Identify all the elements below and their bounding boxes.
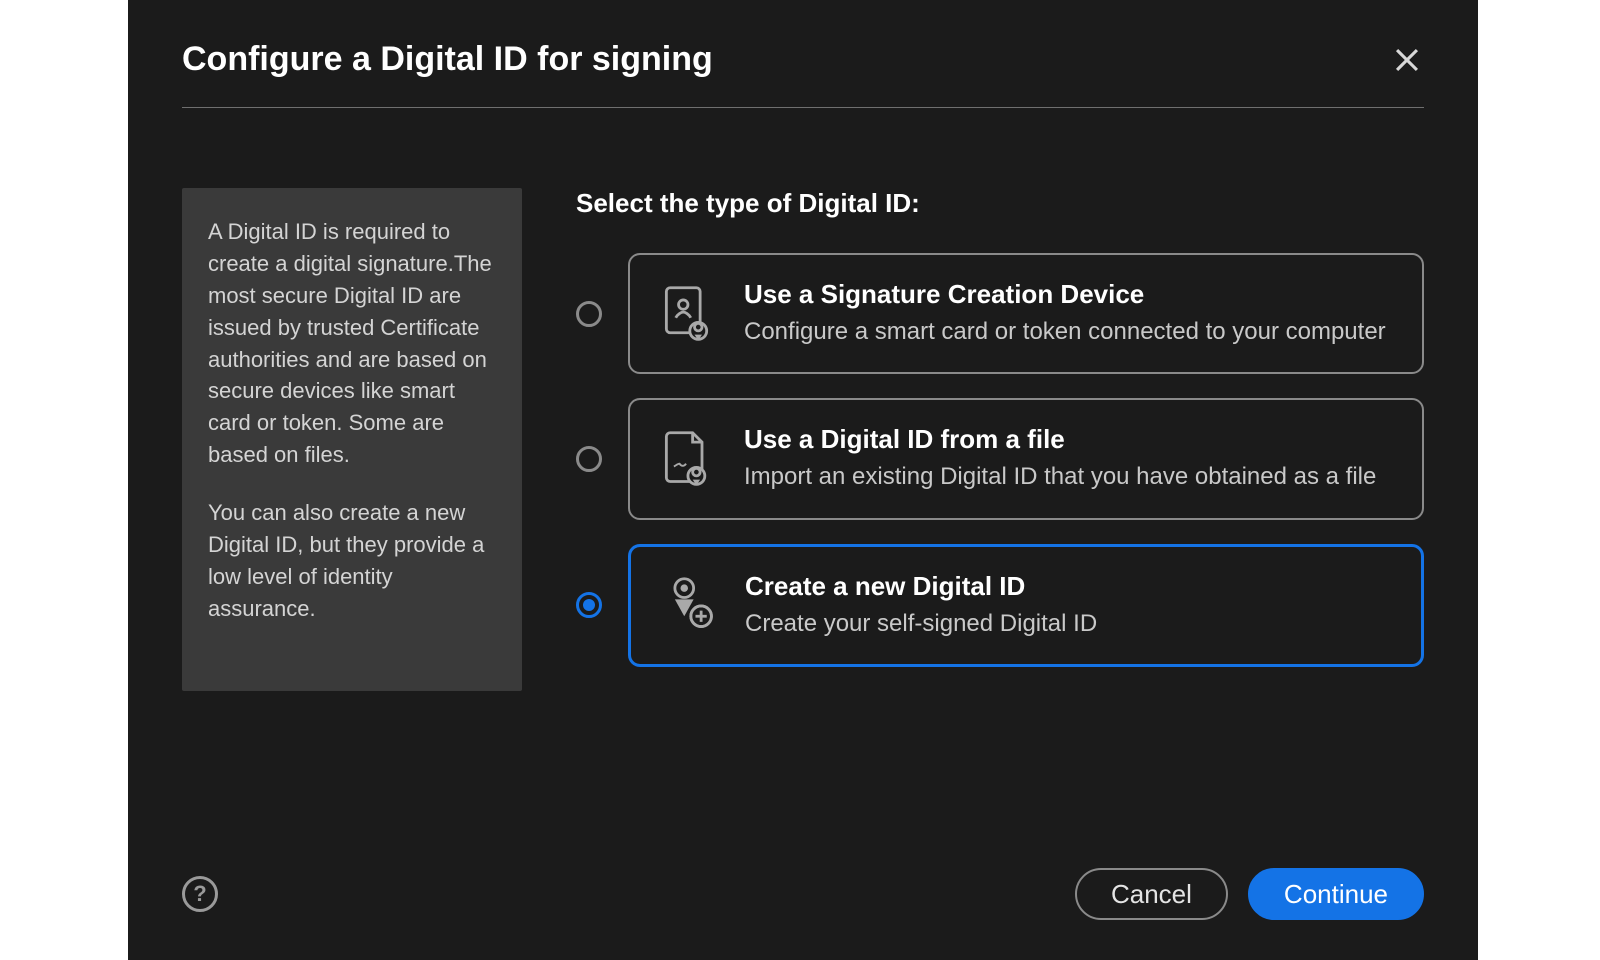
continue-button[interactable]: Continue xyxy=(1248,868,1424,920)
info-paragraph: You can also create a new Digital ID, bu… xyxy=(208,497,496,625)
cancel-label: Cancel xyxy=(1111,879,1192,910)
configure-digital-id-dialog: Configure a Digital ID for signing A Dig… xyxy=(128,0,1478,960)
info-paragraph: A Digital ID is required to create a dig… xyxy=(208,216,496,471)
option-row-signature-device: Use a Signature Creation Device Configur… xyxy=(576,253,1424,374)
main-area: Select the type of Digital ID: xyxy=(576,188,1424,691)
dialog-title: Configure a Digital ID for signing xyxy=(182,40,713,79)
help-icon[interactable]: ? xyxy=(182,876,218,912)
dialog-header: Configure a Digital ID for signing xyxy=(182,40,1424,108)
radio-create-new[interactable] xyxy=(576,592,602,618)
option-text: Use a Signature Creation Device Configur… xyxy=(744,279,1386,348)
option-desc: Create your self-signed Digital ID xyxy=(745,608,1097,640)
continue-label: Continue xyxy=(1284,879,1388,910)
help-label: ? xyxy=(193,881,206,907)
option-row-create-new: Create a new Digital ID Create your self… xyxy=(576,544,1424,667)
dialog-body: A Digital ID is required to create a dig… xyxy=(182,188,1424,691)
close-icon[interactable] xyxy=(1390,43,1424,77)
radio-from-file[interactable] xyxy=(576,446,602,472)
option-row-from-file: Use a Digital ID from a file Import an e… xyxy=(576,398,1424,519)
option-text: Create a new Digital ID Create your self… xyxy=(745,571,1097,640)
option-card-create-new[interactable]: Create a new Digital ID Create your self… xyxy=(628,544,1424,667)
option-title: Use a Digital ID from a file xyxy=(744,424,1376,455)
smartcard-icon xyxy=(660,284,714,344)
file-id-icon xyxy=(660,429,714,489)
info-panel: A Digital ID is required to create a dig… xyxy=(182,188,522,691)
option-title: Use a Signature Creation Device xyxy=(744,279,1386,310)
option-text: Use a Digital ID from a file Import an e… xyxy=(744,424,1376,493)
footer-buttons: Cancel Continue xyxy=(1075,868,1424,920)
option-desc: Import an existing Digital ID that you h… xyxy=(744,461,1376,493)
radio-signature-device[interactable] xyxy=(576,301,602,327)
new-id-icon xyxy=(661,575,715,635)
cancel-button[interactable]: Cancel xyxy=(1075,868,1228,920)
option-title: Create a new Digital ID xyxy=(745,571,1097,602)
option-desc: Configure a smart card or token connecte… xyxy=(744,316,1386,348)
select-type-prompt: Select the type of Digital ID: xyxy=(576,188,1424,219)
option-card-signature-device[interactable]: Use a Signature Creation Device Configur… xyxy=(628,253,1424,374)
dialog-footer: ? Cancel Continue xyxy=(182,868,1424,920)
option-card-from-file[interactable]: Use a Digital ID from a file Import an e… xyxy=(628,398,1424,519)
